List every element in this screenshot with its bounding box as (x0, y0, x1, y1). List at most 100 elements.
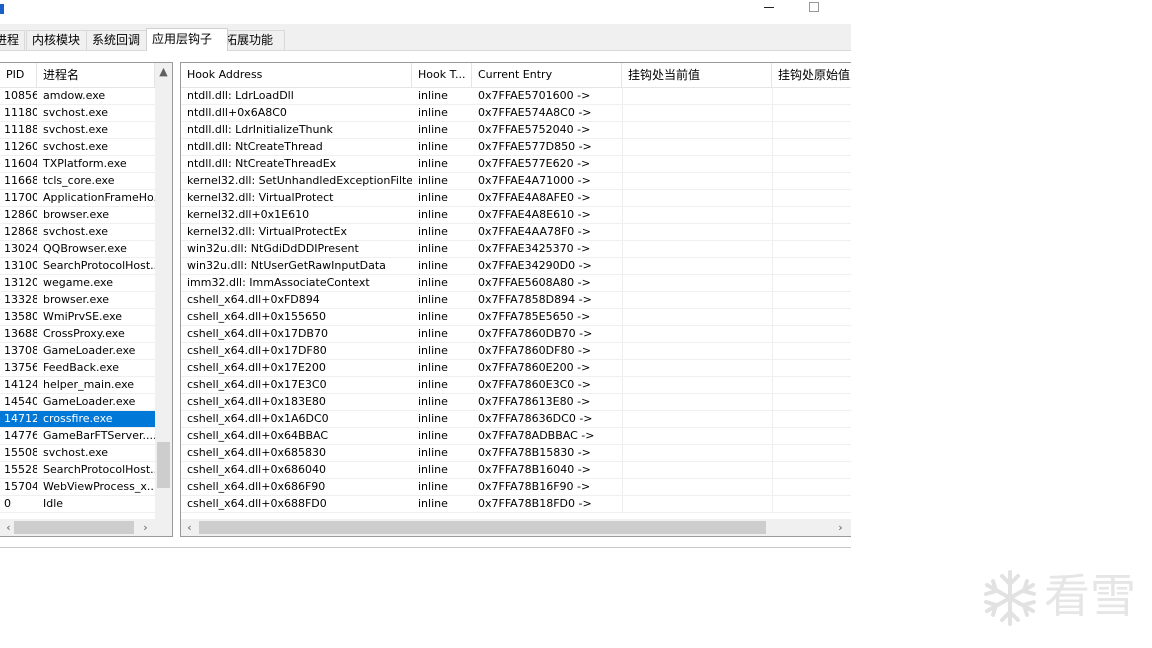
table-row[interactable]: ntdll.dll+0x6A8C0 inline 0x7FFAE574A8C0 -> (181, 105, 851, 122)
process-scroll-thumb[interactable] (157, 441, 170, 488)
hook-type-cell: inline (418, 293, 448, 306)
table-row[interactable]: 13756 FeedBack.exe (0, 360, 155, 377)
hook-type-cell: inline (418, 140, 448, 153)
chevron-left-icon[interactable]: ‹ (0, 519, 17, 536)
table-row[interactable]: cshell_x64.dll+0x155650 inline 0x7FFA785E5… (181, 309, 851, 326)
table-row[interactable]: cshell_x64.dll+0x17E3C0 inline 0x7FFA7860E… (181, 377, 851, 394)
table-row[interactable]: ntdll.dll: NtCreateThread inline 0x7FFAE57… (181, 139, 851, 156)
table-row[interactable]: ntdll.dll: LdrInitializeThunk inline 0x7FF… (181, 122, 851, 139)
hook-address-cell: cshell_x64.dll+0x17E200 (187, 361, 326, 374)
table-row[interactable]: win32u.dll: NtUserGetRawInputData inline 0… (181, 258, 851, 275)
chevron-right-icon[interactable]: › (832, 519, 849, 536)
table-row[interactable]: kernel32.dll: VirtualProtect inline 0x7FFA… (181, 190, 851, 207)
hook-list[interactable]: Hook Address Hook T... Current Entry 挂钩处… (180, 62, 851, 537)
tab-processes[interactable]: 进程 (0, 30, 26, 50)
table-row[interactable]: cshell_x64.dll+0x686040 inline 0x7FFA78B16… (181, 462, 851, 479)
current-entry-cell: 0x7FFA78ADBBAC -> (478, 429, 595, 442)
table-row[interactable]: cshell_x64.dll+0xFD894 inline 0x7FFA7858D8… (181, 292, 851, 309)
column-header-process-name[interactable]: 进程名 (37, 63, 155, 87)
hook-type-cell: inline (418, 157, 448, 170)
chevron-up-icon[interactable]: ▲ (155, 63, 172, 80)
table-row[interactable]: 13120 wegame.exe (0, 275, 155, 292)
tab-system-callbacks[interactable]: 系统回调 (86, 30, 154, 50)
column-header-original-value[interactable]: 挂钩处原始值 (772, 63, 851, 87)
table-row[interactable]: 0 Idle (0, 496, 155, 513)
table-row[interactable]: 11188 svchost.exe (0, 122, 155, 139)
hook-type-cell: inline (418, 106, 448, 119)
table-row[interactable]: 14540 GameLoader.exe (0, 394, 155, 411)
minimize-button[interactable] (746, 0, 792, 24)
hook-horizontal-scrollbar[interactable]: ‹ › (181, 519, 851, 536)
table-row[interactable]: cshell_x64.dll+0x686F90 inline 0x7FFA78B16… (181, 479, 851, 496)
column-divider (772, 224, 773, 240)
hook-hscroll-thumb[interactable] (199, 521, 766, 534)
process-name-cell: FeedBack.exe (43, 361, 119, 374)
hook-address-cell: kernel32.dll: SetUnhandledExceptionFilte… (187, 174, 412, 187)
column-divider (622, 292, 623, 308)
column-divider (622, 275, 623, 291)
table-row[interactable]: 13688 CrossProxy.exe (0, 326, 155, 343)
table-row[interactable]: cshell_x64.dll+0x17DB70 inline 0x7FFA7860D… (181, 326, 851, 343)
table-row[interactable]: kernel32.dll: VirtualProtectEx inline 0x7F… (181, 224, 851, 241)
column-header-hook-address[interactable]: Hook Address (181, 63, 412, 87)
column-divider (622, 309, 623, 325)
tab-app-hooks[interactable]: 应用层钩子 (146, 28, 228, 51)
table-row[interactable]: cshell_x64.dll+0x183E80 inline 0x7FFA78613… (181, 394, 851, 411)
column-header-pid[interactable]: PID (0, 63, 37, 87)
table-row[interactable]: 15704 WebViewProcess_x... (0, 479, 155, 496)
table-row[interactable]: imm32.dll: ImmAssociateContext inline 0x7F… (181, 275, 851, 292)
column-divider (772, 88, 773, 104)
hook-type-cell: inline (418, 242, 448, 255)
tab-kernel-modules[interactable]: 内核模块 (26, 30, 94, 50)
table-row[interactable]: win32u.dll: NtGdiDdDDIPresent inline 0x7FF… (181, 241, 851, 258)
table-row[interactable]: 13328 browser.exe (0, 292, 155, 309)
table-row[interactable]: 12868 svchost.exe (0, 224, 155, 241)
table-row[interactable]: 13708 GameLoader.exe (0, 343, 155, 360)
table-row[interactable]: cshell_x64.dll+0x685830 inline 0x7FFA78B15… (181, 445, 851, 462)
pid-cell: 14776 (4, 429, 37, 442)
process-name-cell: Idle (43, 497, 64, 510)
table-row[interactable]: cshell_x64.dll+0x688FD0 inline 0x7FFA78B18… (181, 496, 851, 513)
table-row[interactable]: 15528 SearchProtocolHost... (0, 462, 155, 479)
table-row[interactable]: cshell_x64.dll+0x17DF80 inline 0x7FFA7860D… (181, 343, 851, 360)
current-entry-cell: 0x7FFAE3425370 -> (478, 242, 591, 255)
column-divider (772, 241, 773, 257)
process-list[interactable]: PID 进程名 10856 amdow.exe 11180 svchost.exe 11… (0, 62, 173, 537)
process-name-cell: SearchProtocolHost... (43, 463, 155, 476)
table-row[interactable]: 12860 browser.exe (0, 207, 155, 224)
table-row[interactable]: 15508 svchost.exe (0, 445, 155, 462)
hook-type-cell: inline (418, 497, 448, 510)
tab-extensions[interactable]: 拓展功能 (219, 30, 285, 50)
table-row[interactable]: 14776 GameBarFTServer.... (0, 428, 155, 445)
table-row[interactable]: kernel32.dll: SetUnhandledExceptionFilte… (181, 173, 851, 190)
table-row[interactable]: 14124 helper_main.exe (0, 377, 155, 394)
table-row[interactable]: 10856 amdow.exe (0, 88, 155, 105)
chevron-left-icon[interactable]: ‹ (181, 519, 198, 536)
process-vertical-scrollbar[interactable]: ▲ (155, 63, 172, 519)
table-row[interactable]: 13580 WmiPrvSE.exe (0, 309, 155, 326)
table-row[interactable]: 11180 svchost.exe (0, 105, 155, 122)
table-row[interactable]: 11260 svchost.exe (0, 139, 155, 156)
table-row[interactable]: 11668 tcls_core.exe (0, 173, 155, 190)
table-row[interactable]: 11604 TXPlatform.exe (0, 156, 155, 173)
chevron-right-icon[interactable]: › (137, 519, 154, 536)
current-entry-cell: 0x7FFA7858D894 -> (478, 293, 592, 306)
column-header-hook-type[interactable]: Hook T... (412, 63, 472, 87)
process-hscroll-thumb[interactable] (14, 521, 134, 534)
column-header-current-entry[interactable]: Current Entry (472, 63, 622, 87)
table-row[interactable]: kernel32.dll+0x1E610 inline 0x7FFAE4A8E610… (181, 207, 851, 224)
column-header-current-value[interactable]: 挂钩处当前值 (622, 63, 772, 87)
maximize-button[interactable] (792, 0, 838, 24)
table-row[interactable]: cshell_x64.dll+0x1A6DC0 inline 0x7FFA78636… (181, 411, 851, 428)
current-entry-cell: 0x7FFA78636DC0 -> (478, 412, 593, 425)
table-row[interactable]: 11700 ApplicationFrameHo... (0, 190, 155, 207)
table-row[interactable]: ntdll.dll: LdrLoadDll inline 0x7FFAE570160… (181, 88, 851, 105)
table-row[interactable]: cshell_x64.dll+0x64BBAC inline 0x7FFA78ADB… (181, 428, 851, 445)
table-row[interactable]: 13024 QQBrowser.exe (0, 241, 155, 258)
table-row[interactable]: 13100 SearchProtocolHost... (0, 258, 155, 275)
column-divider (772, 496, 773, 512)
table-row[interactable]: 14712 crossfire.exe (0, 411, 155, 428)
table-row[interactable]: ntdll.dll: NtCreateThreadEx inline 0x7FFAE… (181, 156, 851, 173)
process-horizontal-scrollbar[interactable]: ‹ › (0, 519, 172, 536)
table-row[interactable]: cshell_x64.dll+0x17E200 inline 0x7FFA7860E… (181, 360, 851, 377)
